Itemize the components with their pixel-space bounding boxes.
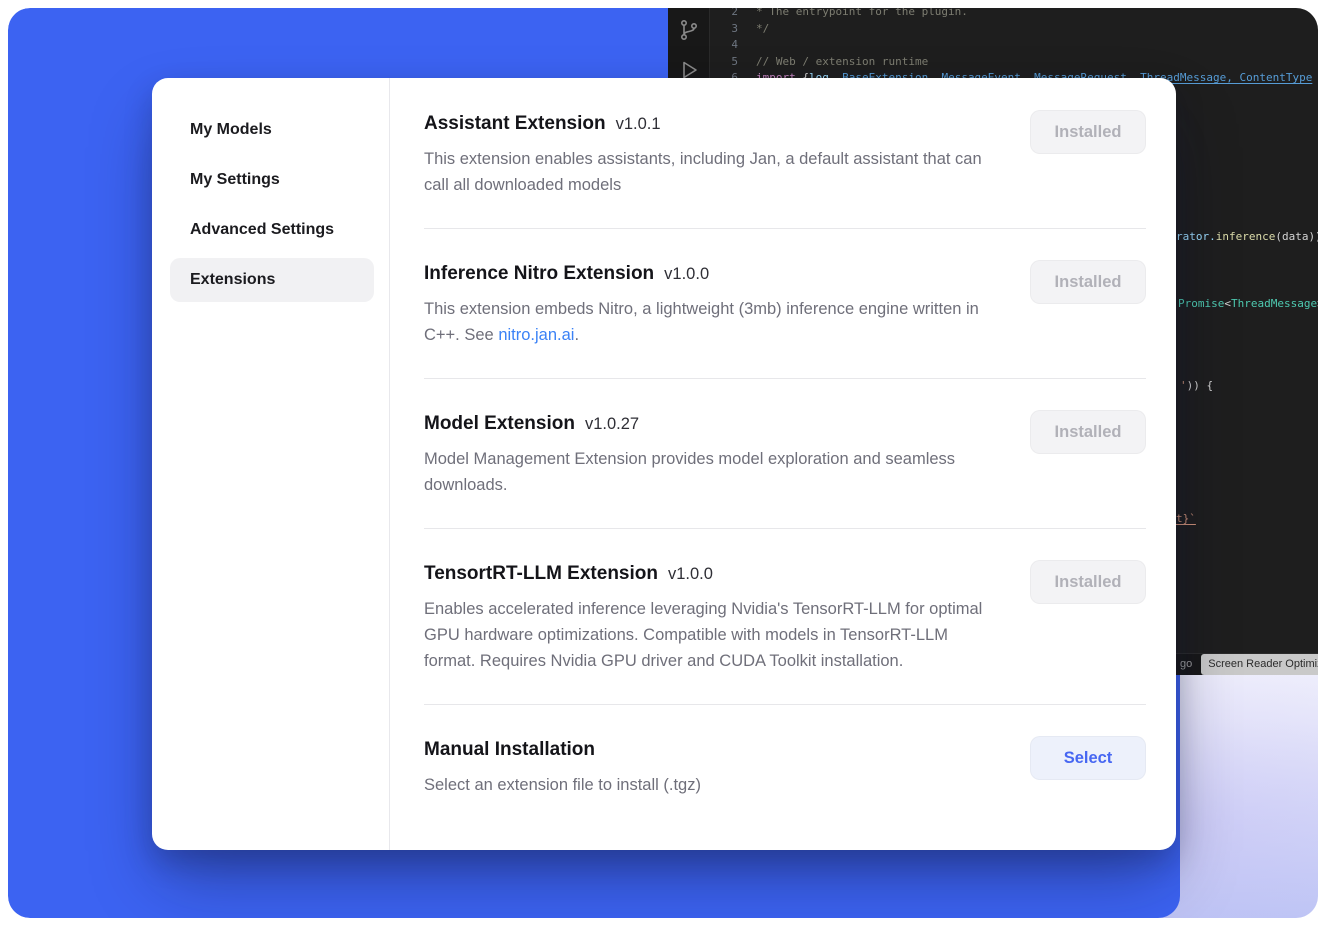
sidebar-item-my-models[interactable]: My Models xyxy=(170,108,374,152)
object-ref: rator. xyxy=(1176,230,1216,243)
installed-button-model[interactable]: Installed xyxy=(1030,410,1146,454)
line-number: 2 xyxy=(710,8,738,21)
method-name: inference xyxy=(1216,230,1276,243)
code-lines: 2 * The entrypoint for the plugin. 3 */ … xyxy=(710,8,1318,87)
extensions-list: Assistant Extension v1.0.1 This extensio… xyxy=(390,78,1176,850)
extension-title: Assistant Extension xyxy=(424,110,606,138)
extension-title: Inference Nitro Extension xyxy=(424,260,654,288)
extension-description: This extension embeds Nitro, a lightweig… xyxy=(424,296,1002,348)
installed-button-tensorrt[interactable]: Installed xyxy=(1030,560,1146,604)
extension-info: Inference Nitro Extension v1.0.0 This ex… xyxy=(424,260,1002,348)
manual-installation-description: Select an extension file to install (.tg… xyxy=(424,772,1002,798)
installed-button-assistant[interactable]: Installed xyxy=(1030,110,1146,154)
extension-title-row: Assistant Extension v1.0.1 xyxy=(424,110,1002,138)
code-line-2: 2 * The entrypoint for the plugin. xyxy=(710,8,1318,21)
settings-modal: My Models My Settings Advanced Settings … xyxy=(152,78,1176,850)
extension-section-tensorrt: TensortRT-LLM Extension v1.0.0 Enables a… xyxy=(424,529,1146,704)
sidebar-item-my-settings[interactable]: My Settings xyxy=(170,158,374,202)
settings-sidebar: My Models My Settings Advanced Settings … xyxy=(152,78,390,850)
language-mode-label: go xyxy=(1180,656,1192,673)
extension-version: v1.0.0 xyxy=(664,265,709,284)
extension-info: Assistant Extension v1.0.1 This extensio… xyxy=(424,110,1002,198)
comment-text: */ xyxy=(738,21,769,38)
extension-description: Enables accelerated inference leveraging… xyxy=(424,596,1002,674)
template-string-end: t}` xyxy=(1176,512,1196,525)
extension-title: Model Extension xyxy=(424,410,575,438)
string-quote: ' xyxy=(1180,379,1187,392)
extension-description: Model Management Extension provides mode… xyxy=(424,446,1002,498)
sidebar-item-advanced-settings[interactable]: Advanced Settings xyxy=(170,208,374,252)
extension-title-row: TensortRT-LLM Extension v1.0.0 xyxy=(424,560,1002,588)
comment-text: // Web / extension runtime xyxy=(738,54,928,71)
code-line-3: 3 */ xyxy=(710,21,1318,38)
extension-version: v1.0.1 xyxy=(616,115,661,134)
nitro-jan-ai-link[interactable]: nitro.jan.ai xyxy=(498,326,574,344)
type-promise: Promise xyxy=(1178,297,1224,310)
type-threadmessage: ThreadMessage xyxy=(1231,297,1317,310)
extension-version: v1.0.0 xyxy=(668,565,713,584)
extension-title: TensortRT-LLM Extension xyxy=(424,560,658,588)
code-fragment-brace: ')) { xyxy=(1180,378,1213,395)
code-line-5: 5 // Web / extension runtime xyxy=(710,54,1318,71)
code-fragment-inference: rator.inference(data)); xyxy=(1176,229,1318,246)
empty-line xyxy=(738,37,756,54)
closing-parens: )) { xyxy=(1187,379,1214,392)
extension-title-row: Model Extension v1.0.27 xyxy=(424,410,1002,438)
line-number: 4 xyxy=(710,37,738,54)
extension-title-row: Manual Installation xyxy=(424,736,1002,764)
extension-info: TensortRT-LLM Extension v1.0.0 Enables a… xyxy=(424,560,1002,674)
manual-installation-title: Manual Installation xyxy=(424,736,595,764)
extension-section-assistant: Assistant Extension v1.0.1 This extensio… xyxy=(424,110,1146,228)
extension-section-nitro: Inference Nitro Extension v1.0.0 This ex… xyxy=(424,229,1146,378)
source-control-icon[interactable] xyxy=(677,18,701,42)
manual-installation-section: Manual Installation Select an extension … xyxy=(424,705,1146,828)
line-number: 3 xyxy=(710,21,738,38)
code-fragment-promise: Promise<ThreadMessage> xyxy=(1178,296,1318,313)
extension-description: This extension enables assistants, inclu… xyxy=(424,146,1002,198)
code-line-4: 4 xyxy=(710,37,1318,54)
comment-text: * The entrypoint for the plugin. xyxy=(738,8,968,21)
hero-composition: 2 * The entrypoint for the plugin. 3 */ … xyxy=(8,8,1318,918)
line-number: 5 xyxy=(710,54,738,71)
select-button-manual-install[interactable]: Select xyxy=(1030,736,1146,780)
extension-title-row: Inference Nitro Extension v1.0.0 xyxy=(424,260,1002,288)
angle-open: < xyxy=(1224,297,1231,310)
installed-button-nitro[interactable]: Installed xyxy=(1030,260,1146,304)
extension-section-model: Model Extension v1.0.27 Model Management… xyxy=(424,379,1146,528)
extension-version: v1.0.27 xyxy=(585,415,639,434)
extension-info: Manual Installation Select an extension … xyxy=(424,736,1002,798)
description-text: . xyxy=(574,326,579,344)
code-fragment-template-string: t}` xyxy=(1176,511,1196,528)
sidebar-item-extensions[interactable]: Extensions xyxy=(170,258,374,302)
call-args: (data)); xyxy=(1275,230,1318,243)
screen-reader-chip[interactable]: Screen Reader Optimized xyxy=(1201,654,1318,675)
extension-info: Model Extension v1.0.27 Model Management… xyxy=(424,410,1002,498)
angle-close: > xyxy=(1317,297,1318,310)
